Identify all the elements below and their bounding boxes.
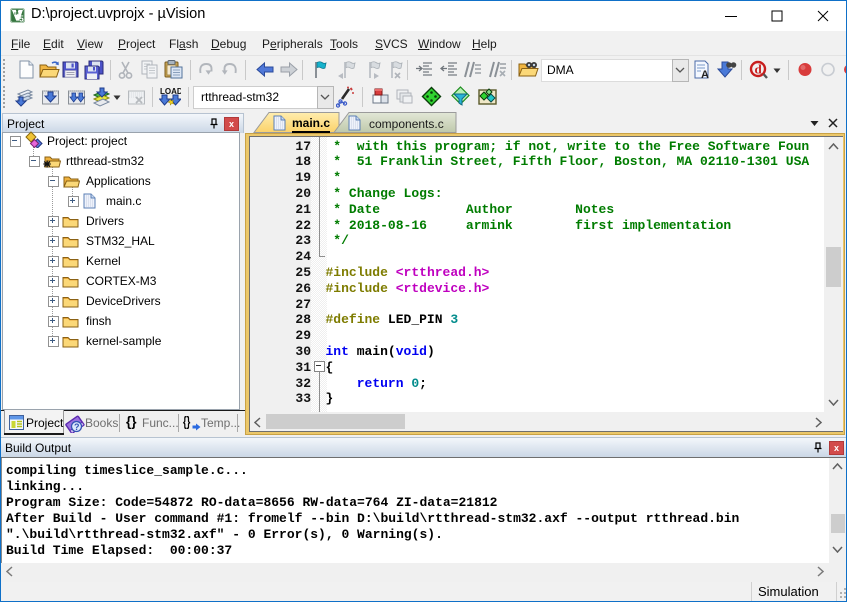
svg-text:?: ?: [74, 422, 80, 432]
svg-text:d: d: [755, 62, 763, 77]
svg-text:5: 5: [19, 14, 24, 23]
svg-text:A: A: [701, 69, 709, 81]
